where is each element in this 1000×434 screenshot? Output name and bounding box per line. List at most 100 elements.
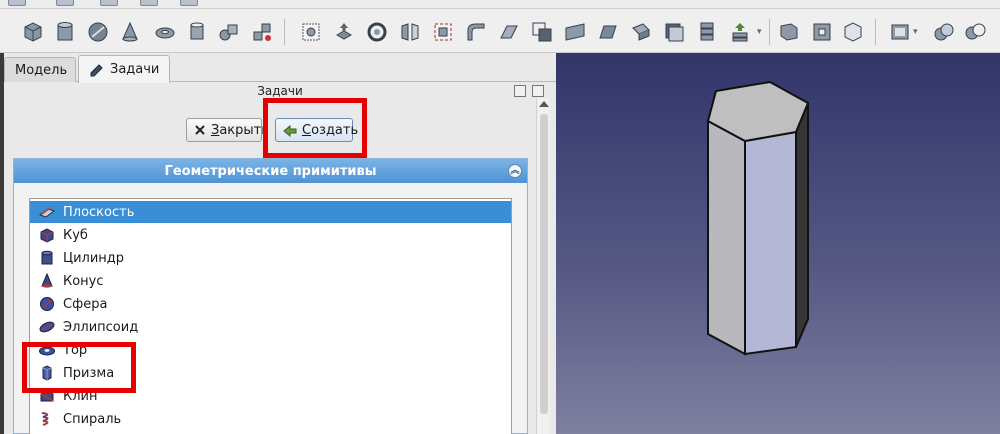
list-item[interactable]: Тор — [30, 339, 511, 361]
toolbar-icon-stub[interactable] — [56, 0, 74, 6]
create-icon — [282, 123, 298, 137]
defeaturing-icon[interactable] — [809, 19, 835, 45]
list-item[interactable]: Эллипсоид — [30, 316, 511, 338]
3d-viewport[interactable] — [556, 53, 1000, 434]
tab-label: Модель — [15, 62, 68, 78]
cut-icon[interactable] — [962, 19, 988, 45]
offset-icon[interactable] — [529, 19, 555, 45]
make-face-icon[interactable] — [496, 19, 522, 45]
parametric-icon[interactable] — [298, 19, 324, 45]
window-edge — [0, 53, 4, 434]
close-icon — [193, 123, 207, 137]
list-item-label: Спираль — [63, 411, 122, 427]
list-item-label: Тор — [63, 342, 88, 358]
close-button[interactable]: Закрыть — [186, 118, 269, 142]
prism-right-face[interactable] — [795, 102, 809, 348]
toolbar-icon-stub[interactable] — [180, 0, 198, 6]
cylinder-icon[interactable] — [52, 19, 78, 45]
sphere-icon[interactable] — [85, 19, 111, 45]
torus-icon — [38, 342, 56, 358]
scroll-thumb[interactable] — [540, 114, 548, 414]
primitives-icon[interactable] — [216, 19, 242, 45]
create-button-label: Создать — [302, 123, 358, 138]
combo-tabs: Модель Задачи — [4, 53, 556, 83]
loft-icon[interactable] — [562, 19, 588, 45]
cone-icon[interactable] — [117, 19, 143, 45]
ellipsoid-icon — [38, 319, 56, 335]
toolbar-icon-stub[interactable] — [100, 0, 118, 6]
list-item[interactable]: Конус — [30, 270, 511, 292]
tab-label: Задачи — [110, 62, 160, 77]
cone-icon — [38, 273, 56, 289]
close-pane-icon[interactable] — [532, 85, 544, 97]
list-item-label: Призма — [63, 365, 115, 381]
prism-icon — [38, 365, 56, 381]
compound-icon[interactable] — [694, 19, 720, 45]
list-item[interactable]: Сфера — [30, 293, 511, 315]
mirror-icon[interactable] — [397, 19, 423, 45]
list-item[interactable]: Куб — [30, 224, 511, 246]
toolbar-separator — [284, 19, 285, 45]
list-item-label: Сфера — [63, 296, 108, 312]
list-item-label: Эллипсоид — [63, 319, 139, 335]
collapse-icon[interactable]: ︽ — [508, 164, 522, 178]
box-icon[interactable] — [20, 19, 46, 45]
group-title: Геометрические примитивы — [164, 163, 377, 179]
pane-title: Задачи — [257, 84, 303, 98]
prism-left-face[interactable] — [707, 119, 746, 356]
revolve-icon[interactable] — [364, 19, 390, 45]
sweep-icon[interactable] — [595, 19, 621, 45]
cylinder-icon — [38, 250, 56, 266]
list-item-label: Куб — [63, 227, 88, 243]
prism-model[interactable] — [556, 53, 1000, 434]
wedge-icon — [38, 388, 56, 404]
create-label-rest: оздать — [311, 122, 359, 138]
pencil-icon — [89, 63, 105, 77]
list-item-label: Плоскость — [63, 204, 135, 220]
cube-view-icon[interactable] — [840, 19, 866, 45]
thickness-icon[interactable] — [661, 19, 687, 45]
primitives-list[interactable]: Плоскость Куб Цилиндр Конус Сфера Эллипс… — [29, 198, 512, 434]
primitives-group: Геометрические примитивы ︽ Плоскость Куб… — [13, 158, 528, 434]
upper-toolbar-edge — [0, 0, 1000, 9]
chevron-down-icon[interactable]: ▾ — [757, 27, 762, 37]
attachment-icon[interactable] — [887, 19, 913, 45]
shape-builder-icon[interactable] — [249, 19, 275, 45]
helix-icon — [38, 411, 56, 427]
fillet-icon[interactable] — [430, 19, 456, 45]
explode-icon[interactable] — [727, 19, 753, 45]
close-button-label: Закрыть — [211, 123, 269, 138]
close-label-rest: акрыть — [219, 122, 269, 138]
extrude-icon[interactable] — [331, 19, 357, 45]
chamfer-icon[interactable] — [463, 19, 489, 45]
list-item-label: Клин — [63, 388, 98, 404]
toolbar-icon-stub[interactable] — [140, 0, 158, 6]
list-item-label: Цилиндр — [63, 250, 125, 266]
create-button[interactable]: Создать — [275, 118, 358, 142]
section-icon[interactable] — [628, 19, 654, 45]
toolbar-separator — [875, 19, 876, 45]
tab-tasks[interactable]: Задачи — [78, 55, 170, 83]
boolean-icon[interactable] — [931, 19, 957, 45]
list-item-label: Конус — [63, 273, 104, 289]
list-item[interactable]: Цилиндр — [30, 247, 511, 269]
chevron-down-icon[interactable]: ▾ — [913, 27, 918, 37]
tube-icon[interactable] — [184, 19, 210, 45]
group-header: Геометрические примитивы ︽ — [14, 159, 527, 183]
list-item[interactable]: Спираль — [30, 408, 511, 430]
torus-icon[interactable] — [152, 19, 178, 45]
task-panel-scrollbar[interactable] — [536, 98, 550, 434]
sphere-icon — [38, 296, 56, 312]
toolbar-icon-stub[interactable] — [8, 0, 26, 6]
float-pane-icon[interactable] — [514, 85, 526, 97]
box-icon — [38, 227, 56, 243]
list-item[interactable]: Призма — [30, 362, 511, 384]
toolbar-separator — [769, 19, 770, 45]
list-item[interactable]: Клин — [30, 385, 511, 407]
list-item[interactable]: Плоскость — [30, 201, 511, 223]
part-toolbar: ▾ ▾ — [0, 9, 1000, 53]
check-geometry-icon[interactable] — [776, 19, 802, 45]
scroll-up-icon[interactable] — [539, 101, 549, 107]
tab-model[interactable]: Модель — [4, 57, 76, 82]
prism-front-face[interactable] — [744, 130, 797, 356]
